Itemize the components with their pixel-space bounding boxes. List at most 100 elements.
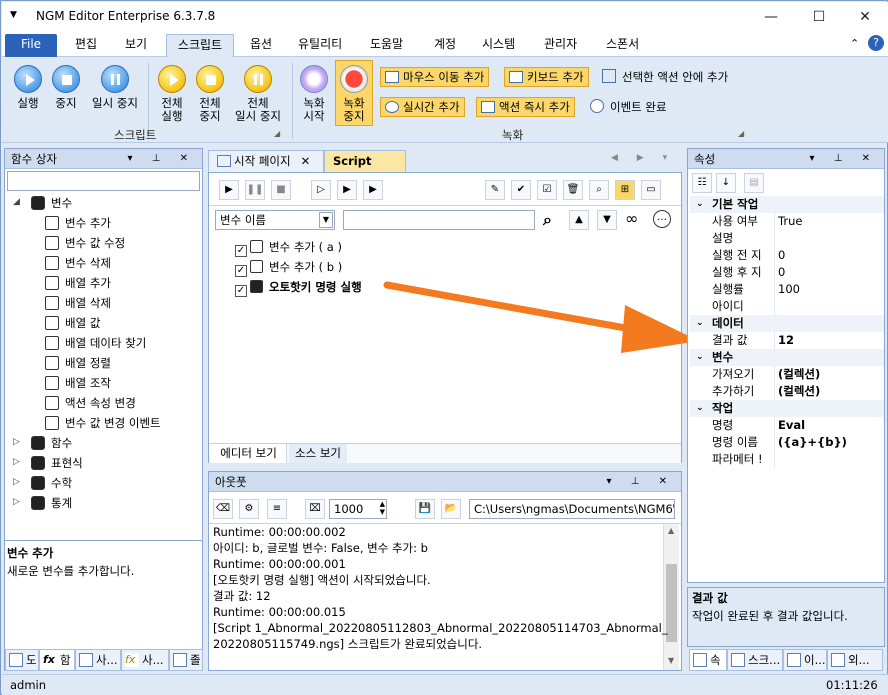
menu-edit[interactable]: 편집	[71, 34, 101, 57]
tree-item[interactable]: 통계	[31, 493, 72, 513]
property-row[interactable]: 파라메터 !	[690, 451, 884, 468]
item-checkbox[interactable]: ✓	[235, 245, 247, 257]
dialog-launcher-icon[interactable]: ◢	[274, 129, 280, 138]
property-row[interactable]: 추가하기 (컬렉션)	[690, 383, 884, 400]
tree-item[interactable]: 변수 값 변경 이벤트	[45, 413, 161, 433]
property-category[interactable]: ⌄ 작업	[690, 400, 884, 417]
add-inside-selected-button[interactable]: 선택한 액션 안에 추가	[602, 69, 728, 85]
infinity-icon[interactable]: ∞	[625, 209, 638, 228]
property-row[interactable]: 결과 값 12	[690, 332, 884, 349]
property-value[interactable]: 100	[774, 281, 800, 298]
output-scrollbar[interactable]: ▲ ▼	[663, 524, 679, 670]
tree-item[interactable]: 배열 조작	[45, 373, 111, 393]
spinner-icon[interactable]: ▲ ▼	[380, 500, 385, 516]
line-count-input[interactable]: 1000 ▲ ▼	[329, 499, 387, 519]
tree-item[interactable]: 배열 데이타 찾기	[45, 333, 146, 353]
tab-functions[interactable]: fx 함	[39, 649, 75, 671]
pause-button[interactable]: 일시 중지	[86, 65, 144, 110]
expand-icon[interactable]: ▷	[13, 457, 20, 467]
tree-item[interactable]: 표현식	[31, 453, 83, 473]
move-up-button[interactable]: ▲	[569, 210, 589, 230]
property-value[interactable]	[774, 230, 778, 247]
check-button[interactable]: ☑	[537, 180, 557, 200]
menu-system[interactable]: 시스템	[478, 34, 519, 57]
tree-item[interactable]: 변수 값 수정	[45, 233, 125, 253]
property-row[interactable]: 아이디	[690, 298, 884, 315]
clear-log-button[interactable]: ⌫	[213, 499, 233, 519]
alphabetical-button[interactable]: ↓	[716, 173, 736, 193]
chevron-down-icon[interactable]: ▼	[319, 212, 333, 228]
property-pages-button[interactable]: ▤	[744, 173, 764, 193]
script-item[interactable]: ✓ 변수 추가 ( a )	[235, 237, 342, 257]
expand-icon[interactable]: ▷	[13, 497, 20, 507]
property-value[interactable]: 12	[774, 332, 794, 349]
tab-external[interactable]: 외...	[827, 649, 883, 671]
property-row[interactable]: 사용 여부 True	[690, 213, 884, 230]
check-all-button[interactable]: ✔	[511, 180, 531, 200]
property-category[interactable]: ⌄ 데이터	[690, 315, 884, 332]
tab-favorites[interactable]: 졸	[169, 649, 203, 671]
property-value[interactable]: (컬렉션)	[774, 366, 820, 383]
property-value[interactable]: ({a}+{b})	[774, 434, 847, 451]
item-checkbox[interactable]: ✓	[235, 285, 247, 297]
script-item[interactable]: ✓ 오토핫키 명령 실행	[235, 277, 362, 297]
add-keyboard-button[interactable]: 키보드 추가	[504, 67, 589, 87]
collapse-icon[interactable]: ⌄	[696, 400, 704, 417]
categorized-button[interactable]: ☷	[692, 173, 712, 193]
search-icon[interactable]: ⌕	[543, 210, 552, 230]
log-path-input[interactable]: C:\Users\ngmas\Documents\NGM6\	[469, 499, 675, 519]
minimize-button[interactable]: —	[748, 3, 794, 32]
menu-script[interactable]: 스크립트	[166, 34, 234, 58]
wrap-button[interactable]: ≡	[267, 499, 287, 519]
run-selected-button[interactable]: ▶	[363, 180, 383, 200]
tree-item[interactable]: 액션 속성 변경	[45, 393, 136, 413]
expand-icon[interactable]: ▷	[13, 477, 20, 487]
add-realtime-button[interactable]: 실시간 추가	[380, 97, 465, 117]
tab-user[interactable]: 사...	[75, 649, 121, 671]
find-button[interactable]: ⌕	[589, 180, 609, 200]
menu-utility[interactable]: 유틸리티	[294, 34, 346, 57]
tree-item[interactable]: 변수 삭제	[45, 253, 111, 273]
menu-help[interactable]: 도움말	[366, 34, 407, 57]
open-folder-button[interactable]: 📂	[441, 499, 461, 519]
save-log-button[interactable]: 💾	[415, 499, 435, 519]
property-row[interactable]: 설명	[690, 230, 884, 247]
event-complete-button[interactable]: 이벤트 완료	[590, 99, 667, 115]
panel-controls[interactable]: ▾ ⊥ ✕	[128, 149, 196, 169]
tree-item[interactable]: 수학	[31, 473, 72, 493]
tab-script-list[interactable]: 스크...	[727, 649, 783, 671]
panel-controls[interactable]: ▾ ⊥ ✕	[810, 149, 878, 169]
property-category[interactable]: ⌄ 기본 작업	[690, 196, 884, 213]
property-row[interactable]: 명령 Eval	[690, 417, 884, 434]
property-row[interactable]: 실행률 100	[690, 281, 884, 298]
property-category[interactable]: ⌄ 변수	[690, 349, 884, 366]
collapse-icon[interactable]: ⌄	[696, 315, 704, 332]
stop-small-button[interactable]: ■	[271, 180, 291, 200]
screen-button[interactable]: ▭	[641, 180, 661, 200]
property-value[interactable]: 0	[774, 247, 785, 264]
add-mouse-move-button[interactable]: 마우스 이동 추가	[380, 67, 490, 87]
tree-item[interactable]: 함수	[31, 433, 72, 453]
tree-item[interactable]: 배열 정렬	[45, 353, 111, 373]
property-value[interactable]: 0	[774, 264, 785, 281]
script-item[interactable]: ✓ 변수 추가 ( b )	[235, 257, 342, 277]
eraser-button[interactable]: ⌧	[305, 499, 325, 519]
edit-button[interactable]: ✎	[485, 180, 505, 200]
property-value[interactable]	[774, 298, 778, 315]
more-icon[interactable]: …	[653, 210, 671, 228]
item-checkbox[interactable]: ✓	[235, 265, 247, 277]
delete-button[interactable]: 🗑	[563, 180, 583, 200]
filter-select[interactable]: 변수 이름 ▼	[215, 210, 335, 230]
menu-options[interactable]: 옵션	[246, 34, 276, 57]
collapse-ribbon-icon[interactable]: ⌃	[850, 37, 859, 50]
move-down-button[interactable]: ▼	[597, 210, 617, 230]
tree-view-button[interactable]: ⊞	[615, 180, 635, 200]
tab-script-1[interactable]: Script 1✕	[324, 150, 406, 188]
property-row[interactable]: 명령 이름 ({a}+{b})	[690, 434, 884, 451]
add-action-now-button[interactable]: 액션 즉시 추가	[476, 97, 575, 117]
menu-view[interactable]: 보기	[121, 34, 151, 57]
run-small-button[interactable]: ▶	[219, 180, 239, 200]
tab-images[interactable]: 이...	[783, 649, 827, 671]
pause-all-button[interactable]: 전체 일시 중지	[228, 65, 288, 123]
tab-editor-view[interactable]: 에디터 보기	[211, 444, 287, 463]
